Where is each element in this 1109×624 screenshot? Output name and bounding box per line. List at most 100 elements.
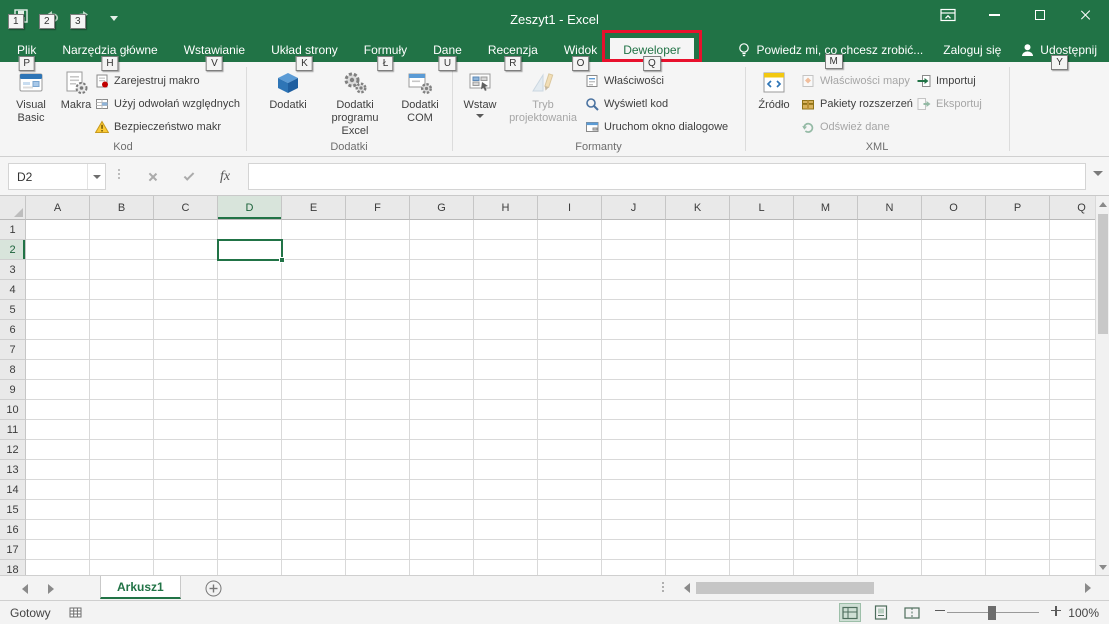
expansion-packs-button[interactable]: Pakiety rozszerzeń: [800, 94, 913, 114]
name-box[interactable]: D2: [8, 163, 106, 190]
cell-H11[interactable]: [474, 420, 538, 440]
cell-J1[interactable]: [602, 220, 666, 240]
cell-H16[interactable]: [474, 520, 538, 540]
cell-L13[interactable]: [730, 460, 794, 480]
cell-H5[interactable]: [474, 300, 538, 320]
cell-C6[interactable]: [154, 320, 218, 340]
cell-M7[interactable]: [794, 340, 858, 360]
cell-E5[interactable]: [282, 300, 346, 320]
cell-C7[interactable]: [154, 340, 218, 360]
cell-H10[interactable]: [474, 400, 538, 420]
row-header-2[interactable]: 2: [0, 240, 26, 260]
cell-F14[interactable]: [346, 480, 410, 500]
column-header-P[interactable]: P: [986, 196, 1050, 220]
cell-I13[interactable]: [538, 460, 602, 480]
cell-O1[interactable]: [922, 220, 986, 240]
tab-narzedzia-glowne[interactable]: Narzędzia główneH: [49, 38, 170, 62]
cell-G1[interactable]: [410, 220, 474, 240]
formula-bar-splitter[interactable]: [118, 169, 120, 179]
cell-J10[interactable]: [602, 400, 666, 420]
vertical-scroll-thumb[interactable]: [1098, 214, 1108, 334]
cell-L4[interactable]: [730, 280, 794, 300]
cell-G9[interactable]: [410, 380, 474, 400]
cell-L3[interactable]: [730, 260, 794, 280]
cell-C11[interactable]: [154, 420, 218, 440]
cell-A12[interactable]: [26, 440, 90, 460]
row-header-11[interactable]: 11: [0, 420, 26, 440]
normal-view-button[interactable]: [839, 603, 861, 622]
cell-F11[interactable]: [346, 420, 410, 440]
cell-G6[interactable]: [410, 320, 474, 340]
cell-P11[interactable]: [986, 420, 1050, 440]
cell-D1[interactable]: [218, 220, 282, 240]
cell-O16[interactable]: [922, 520, 986, 540]
cell-M17[interactable]: [794, 540, 858, 560]
cell-H7[interactable]: [474, 340, 538, 360]
cell-P13[interactable]: [986, 460, 1050, 480]
cell-N6[interactable]: [858, 320, 922, 340]
cell-D9[interactable]: [218, 380, 282, 400]
cell-M10[interactable]: [794, 400, 858, 420]
cell-F7[interactable]: [346, 340, 410, 360]
cell-J11[interactable]: [602, 420, 666, 440]
row-header-18[interactable]: 18: [0, 560, 26, 575]
cell-O10[interactable]: [922, 400, 986, 420]
excel-add-ins-button[interactable]: Dodatki programu Excel: [322, 65, 388, 147]
cell-B2[interactable]: [90, 240, 154, 260]
cell-B6[interactable]: [90, 320, 154, 340]
cell-P7[interactable]: [986, 340, 1050, 360]
column-header-B[interactable]: B: [90, 196, 154, 220]
tab-wstawianie[interactable]: WstawianieV: [171, 38, 258, 62]
tab-formuly[interactable]: FormułyŁ: [351, 38, 420, 62]
cell-H1[interactable]: [474, 220, 538, 240]
cell-I7[interactable]: [538, 340, 602, 360]
cell-H2[interactable]: [474, 240, 538, 260]
cell-D12[interactable]: [218, 440, 282, 460]
cell-B18[interactable]: [90, 560, 154, 575]
cell-E15[interactable]: [282, 500, 346, 520]
cell-H6[interactable]: [474, 320, 538, 340]
cell-K2[interactable]: [666, 240, 730, 260]
cell-G7[interactable]: [410, 340, 474, 360]
cell-I10[interactable]: [538, 400, 602, 420]
row-header-16[interactable]: 16: [0, 520, 26, 540]
cell-E8[interactable]: [282, 360, 346, 380]
cell-H13[interactable]: [474, 460, 538, 480]
cell-P5[interactable]: [986, 300, 1050, 320]
cell-D15[interactable]: [218, 500, 282, 520]
cell-G8[interactable]: [410, 360, 474, 380]
cell-K12[interactable]: [666, 440, 730, 460]
cell-K5[interactable]: [666, 300, 730, 320]
row-header-4[interactable]: 4: [0, 280, 26, 300]
visual-basic-button[interactable]: Visual Basic: [8, 65, 54, 147]
cell-E10[interactable]: [282, 400, 346, 420]
cell-H8[interactable]: [474, 360, 538, 380]
cell-C2[interactable]: [154, 240, 218, 260]
cell-K1[interactable]: [666, 220, 730, 240]
tab-uklad-strony[interactable]: Układ stronyK: [258, 38, 351, 62]
cell-A14[interactable]: [26, 480, 90, 500]
cell-I2[interactable]: [538, 240, 602, 260]
cell-A2[interactable]: [26, 240, 90, 260]
zoom-in-button[interactable]: [1048, 606, 1054, 620]
horizontal-scrollbar[interactable]: [680, 580, 1095, 596]
cell-L17[interactable]: [730, 540, 794, 560]
cell-M15[interactable]: [794, 500, 858, 520]
cell-K16[interactable]: [666, 520, 730, 540]
cell-B13[interactable]: [90, 460, 154, 480]
confirm-entry-button[interactable]: [176, 163, 202, 190]
cell-N16[interactable]: [858, 520, 922, 540]
save-button[interactable]: 1: [12, 7, 30, 25]
cell-E16[interactable]: [282, 520, 346, 540]
vertical-scrollbar[interactable]: [1095, 196, 1109, 575]
cell-A7[interactable]: [26, 340, 90, 360]
cell-H4[interactable]: [474, 280, 538, 300]
cell-M2[interactable]: [794, 240, 858, 260]
cell-G2[interactable]: [410, 240, 474, 260]
cell-M6[interactable]: [794, 320, 858, 340]
cell-B16[interactable]: [90, 520, 154, 540]
cell-B3[interactable]: [90, 260, 154, 280]
cell-C8[interactable]: [154, 360, 218, 380]
row-header-6[interactable]: 6: [0, 320, 26, 340]
cell-L16[interactable]: [730, 520, 794, 540]
